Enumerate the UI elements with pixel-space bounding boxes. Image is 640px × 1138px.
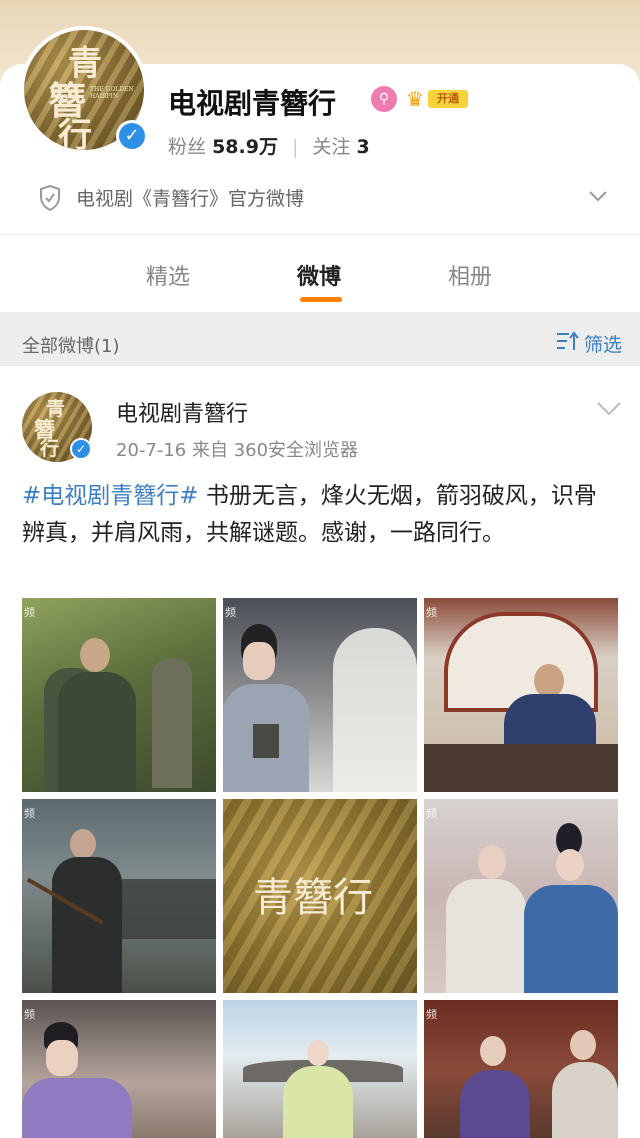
- avatar-tagline: THE GOLDEN HAIRPIN: [90, 86, 134, 100]
- post-topic-link[interactable]: #电视剧青簪行#: [22, 483, 199, 509]
- image-watermark: 频: [225, 606, 236, 619]
- post-image-3[interactable]: 频: [424, 598, 618, 792]
- post-text: #电视剧青簪行# 书册无言，烽火无烟，箭羽破风，识骨辨真，并肩风雨，共解谜题。感…: [22, 478, 618, 552]
- filter-bar: 全部微博(1) 筛选: [0, 312, 640, 366]
- filter-icon: [556, 331, 579, 350]
- title-card-text: 青簪行: [253, 875, 373, 921]
- post-card: 青 簪 行 ✓ 电视剧青簪行 20-7-16 来自 360安全浏览器 #电视剧青…: [0, 366, 640, 1138]
- profile-intro[interactable]: 电视剧《青簪行》官方微博: [38, 180, 618, 216]
- image-watermark: 频: [24, 807, 35, 820]
- open-membership-label: 开通: [428, 90, 468, 108]
- profile-name: 电视剧青簪行: [168, 87, 337, 120]
- all-posts-count: 全部微博(1): [22, 336, 120, 357]
- chevron-down-icon[interactable]: [596, 398, 622, 418]
- member-search-icon[interactable]: ⚲: [371, 86, 397, 112]
- chevron-down-icon[interactable]: [586, 184, 610, 208]
- profile-intro-text: 电视剧《青簪行》官方微博: [76, 188, 305, 210]
- post-image-1[interactable]: 频: [22, 598, 216, 792]
- image-watermark: 频: [426, 606, 437, 619]
- verified-icon: ✓: [70, 438, 92, 460]
- tab-album[interactable]: 相册: [448, 259, 492, 291]
- stats-divider: |: [292, 136, 299, 158]
- profile-stats: 粉丝 58.9万 | 关注 3: [168, 132, 370, 159]
- post-image-9[interactable]: 频: [424, 1000, 618, 1138]
- post-author-name[interactable]: 电视剧青簪行: [116, 396, 248, 428]
- post-image-4[interactable]: 频: [22, 799, 216, 993]
- post-image-8[interactable]: [223, 1000, 417, 1138]
- post-image-2[interactable]: 频: [223, 598, 417, 792]
- avatar-char-3: 行: [40, 438, 60, 460]
- following-count[interactable]: 3: [357, 136, 370, 158]
- image-watermark: 频: [426, 807, 437, 820]
- followers-label[interactable]: 粉丝: [168, 136, 206, 158]
- profile-tabs: 精选 微博 相册: [0, 234, 640, 312]
- filter-button[interactable]: 筛选: [556, 330, 622, 357]
- post-image-6[interactable]: 频: [424, 799, 618, 993]
- shield-icon: [40, 184, 60, 212]
- image-watermark: 频: [24, 606, 35, 619]
- image-watermark: 频: [426, 1008, 437, 1021]
- followers-count[interactable]: 58.9万: [212, 136, 278, 158]
- filter-button-label: 筛选: [583, 334, 622, 356]
- post-image-7[interactable]: 频: [22, 1000, 216, 1138]
- verified-icon: ✓: [116, 120, 148, 152]
- post-meta: 20-7-16 来自 360安全浏览器: [116, 440, 359, 461]
- tab-weibo[interactable]: 微博: [297, 259, 341, 291]
- avatar-char-3: 行: [58, 116, 92, 154]
- following-label[interactable]: 关注: [312, 136, 350, 158]
- post-image-grid: 频 频 频 频 青簪行 频 频 频: [22, 598, 618, 1138]
- tab-featured[interactable]: 精选: [146, 259, 190, 291]
- active-tab-indicator: [300, 297, 342, 302]
- image-watermark: 频: [24, 1008, 35, 1021]
- post-image-5[interactable]: 青簪行: [223, 799, 417, 993]
